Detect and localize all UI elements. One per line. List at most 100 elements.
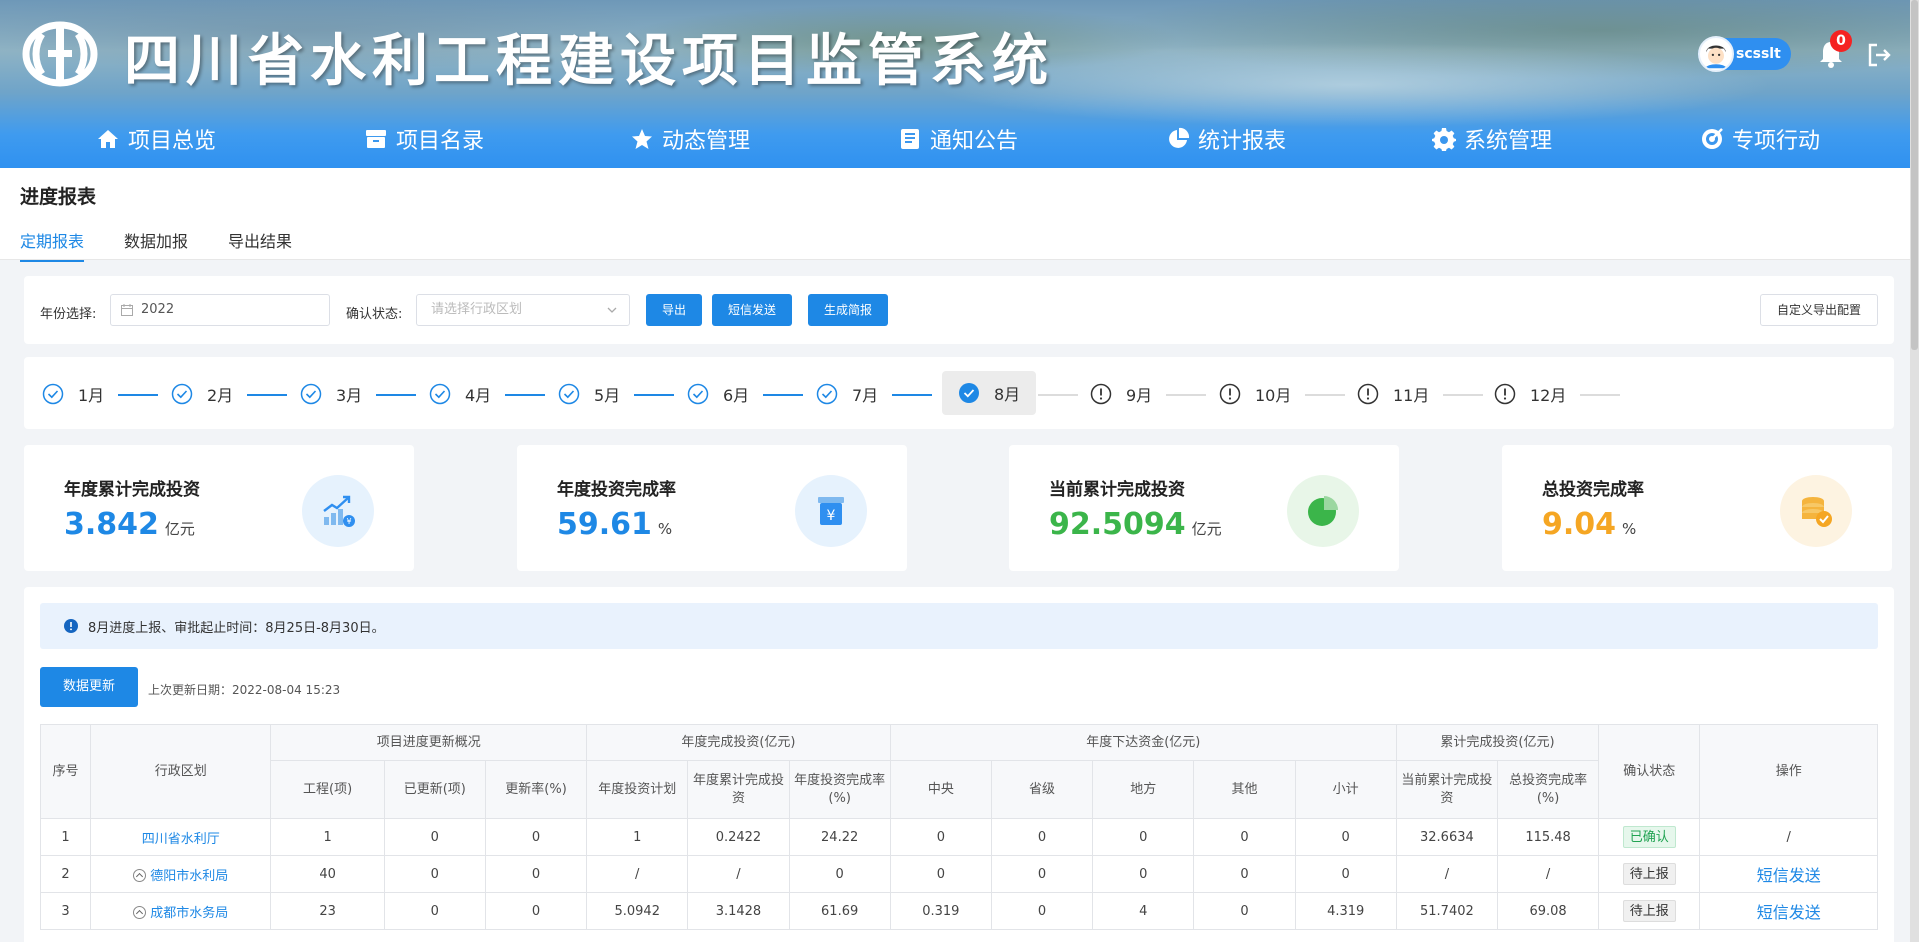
check-circle-icon bbox=[687, 383, 709, 405]
alert-circle-icon bbox=[1494, 383, 1516, 405]
col-group-cumulative: 累计完成投资(亿元) bbox=[1395, 724, 1600, 761]
status-label: 确认状态: bbox=[346, 307, 403, 322]
month-step-7[interactable]: 7月 bbox=[816, 379, 878, 409]
month-step-5[interactable]: 5月 bbox=[558, 379, 620, 409]
expand-icon[interactable] bbox=[133, 905, 147, 919]
col-header-projects: 工程(项) bbox=[270, 760, 385, 819]
step-connector bbox=[505, 394, 545, 396]
status-badge: 待上报 bbox=[1622, 863, 1676, 885]
generate-brief-button[interactable]: 生成简报 bbox=[808, 294, 888, 326]
home-icon bbox=[98, 130, 118, 148]
custom-export-config-button[interactable]: 自定义导出配置 bbox=[1760, 294, 1878, 326]
col-header-subtotal: 小计 bbox=[1294, 760, 1397, 819]
stat-card-annual-rate: 年度投资完成率 59.61% ¥ bbox=[517, 445, 907, 571]
status-select[interactable]: 请选择行政区划 bbox=[416, 294, 630, 326]
notice-banner: 8月进度上报、审批起止时间：8月25日-8月30日。 bbox=[40, 603, 1878, 649]
col-header-current-cumulative: 当前累计完成投资 bbox=[1395, 760, 1498, 819]
page-title: 进度报表 bbox=[20, 186, 97, 208]
logout-icon[interactable] bbox=[1866, 42, 1892, 68]
stat-label: 年度累计完成投资 bbox=[64, 480, 200, 500]
sms-send-link[interactable]: 短信发送 bbox=[1757, 866, 1821, 885]
month-step-10[interactable]: 10月 bbox=[1219, 379, 1291, 409]
stat-label: 当前累计完成投资 bbox=[1049, 480, 1185, 500]
expand-icon[interactable] bbox=[133, 868, 147, 882]
year-label: 年份选择: bbox=[40, 307, 97, 322]
header-banner: 四川省水利工程建设项目监管系统 scsslt 0 项目总览 项目名录 动态管理 … bbox=[0, 0, 1919, 168]
col-header-update-rate: 更新率(%) bbox=[484, 760, 588, 819]
col-header-local: 地方 bbox=[1092, 760, 1195, 819]
report-panel: 8月进度上报、审批起止时间：8月25日-8月30日。 数据更新 上次更新日期：2… bbox=[24, 587, 1894, 942]
month-step-2[interactable]: 2月 bbox=[171, 379, 233, 409]
month-step-9[interactable]: 9月 bbox=[1090, 379, 1152, 409]
stat-label: 总投资完成率 bbox=[1542, 480, 1644, 500]
month-step-1[interactable]: 1月 bbox=[42, 379, 104, 409]
status-badge: 待上报 bbox=[1622, 900, 1676, 922]
col-group-progress: 项目进度更新概况 bbox=[270, 724, 588, 761]
data-update-button[interactable]: 数据更新 bbox=[40, 667, 138, 707]
alert-circle-icon bbox=[1090, 383, 1112, 405]
coins-check-icon bbox=[1780, 475, 1852, 547]
nav-item-notice[interactable]: 通知公告 bbox=[898, 118, 1018, 160]
growth-chart-icon: ¥ bbox=[302, 475, 374, 547]
sms-send-link[interactable]: 短信发送 bbox=[1757, 903, 1821, 922]
col-header-annual-rate: 年度投资完成率(%) bbox=[788, 760, 891, 819]
region-link[interactable]: 德阳市水利局 bbox=[150, 869, 228, 884]
progress-table: 序号 行政区划 项目进度更新概况 年度完成投资(亿元) 年度下达资金(亿元) 累… bbox=[39, 724, 1878, 930]
main-nav: 项目总览 项目名录 动态管理 通知公告 统计报表 系统管理 专项行动 bbox=[0, 118, 1919, 160]
nav-item-statistics[interactable]: 统计报表 bbox=[1166, 118, 1286, 160]
nav-item-overview[interactable]: 项目总览 bbox=[96, 118, 216, 160]
col-header-other: 其他 bbox=[1193, 760, 1296, 819]
alert-circle-icon bbox=[1219, 383, 1241, 405]
col-header-region: 行政区划 bbox=[90, 724, 272, 819]
divider bbox=[0, 259, 1919, 260]
col-header-action: 操作 bbox=[1699, 724, 1878, 819]
check-circle-icon bbox=[558, 383, 580, 405]
check-circle-icon bbox=[300, 383, 322, 405]
chevron-down-icon bbox=[607, 307, 617, 313]
col-header-index: 序号 bbox=[39, 724, 92, 819]
check-circle-icon bbox=[816, 383, 838, 405]
step-connector bbox=[1166, 394, 1206, 396]
pie-icon bbox=[1287, 475, 1359, 547]
col-header-provincial: 省级 bbox=[990, 760, 1094, 819]
check-circle-icon bbox=[429, 383, 451, 405]
username: scsslt bbox=[1736, 46, 1781, 62]
alert-circle-icon bbox=[1357, 383, 1379, 405]
nav-item-system[interactable]: 系统管理 bbox=[1432, 118, 1552, 160]
svg-text:¥: ¥ bbox=[827, 508, 836, 524]
month-step-12[interactable]: 12月 bbox=[1494, 379, 1566, 409]
month-step-3[interactable]: 3月 bbox=[300, 379, 362, 409]
step-connector bbox=[118, 394, 158, 396]
col-header-total-rate: 总投资完成率(%) bbox=[1496, 760, 1600, 819]
info-icon bbox=[64, 619, 78, 633]
month-step-4[interactable]: 4月 bbox=[429, 379, 491, 409]
nav-item-directory[interactable]: 项目名录 bbox=[364, 118, 484, 160]
step-connector bbox=[376, 394, 416, 396]
page-head: 进度报表 定期报表 数据加报 导出结果 bbox=[0, 168, 1919, 262]
region-link[interactable]: 四川省水利厅 bbox=[142, 832, 220, 847]
sms-send-button[interactable]: 短信发送 bbox=[712, 294, 792, 326]
step-connector bbox=[247, 394, 287, 396]
user-menu[interactable]: scsslt bbox=[1698, 36, 1791, 72]
scrollbar-thumb[interactable] bbox=[1911, 0, 1918, 350]
col-header-central: 中央 bbox=[889, 760, 992, 819]
month-steps: 1月 2月 3月 4月 5月 6月 7月 8月 9月 10月 11月 12月 bbox=[24, 357, 1894, 429]
month-step-6[interactable]: 6月 bbox=[687, 379, 749, 409]
tab-additional-data[interactable]: 数据加报 bbox=[124, 228, 188, 262]
month-step-11[interactable]: 11月 bbox=[1357, 379, 1429, 409]
tab-export-results[interactable]: 导出结果 bbox=[228, 228, 292, 262]
stat-value: 9.04% bbox=[1542, 507, 1637, 542]
status-badge: 已确认 bbox=[1622, 826, 1676, 848]
year-picker[interactable]: 2022 bbox=[110, 294, 330, 326]
tab-regular-report[interactable]: 定期报表 bbox=[20, 228, 85, 262]
month-step-8-current[interactable]: 8月 bbox=[942, 371, 1037, 415]
region-link[interactable]: 成都市水务局 bbox=[150, 906, 228, 921]
archive-icon bbox=[366, 130, 386, 148]
col-header-status: 确认状态 bbox=[1598, 724, 1701, 819]
notification-badge: 0 bbox=[1830, 30, 1852, 52]
col-group-funds: 年度下达资金(亿元) bbox=[889, 724, 1397, 761]
export-button[interactable]: 导出 bbox=[646, 294, 702, 326]
stat-card-annual-investment: 年度累计完成投资 3.842 亿元 ¥ bbox=[24, 445, 414, 571]
nav-item-dynamic[interactable]: 动态管理 bbox=[630, 118, 750, 160]
nav-item-special-action[interactable]: 专项行动 bbox=[1700, 118, 1820, 160]
